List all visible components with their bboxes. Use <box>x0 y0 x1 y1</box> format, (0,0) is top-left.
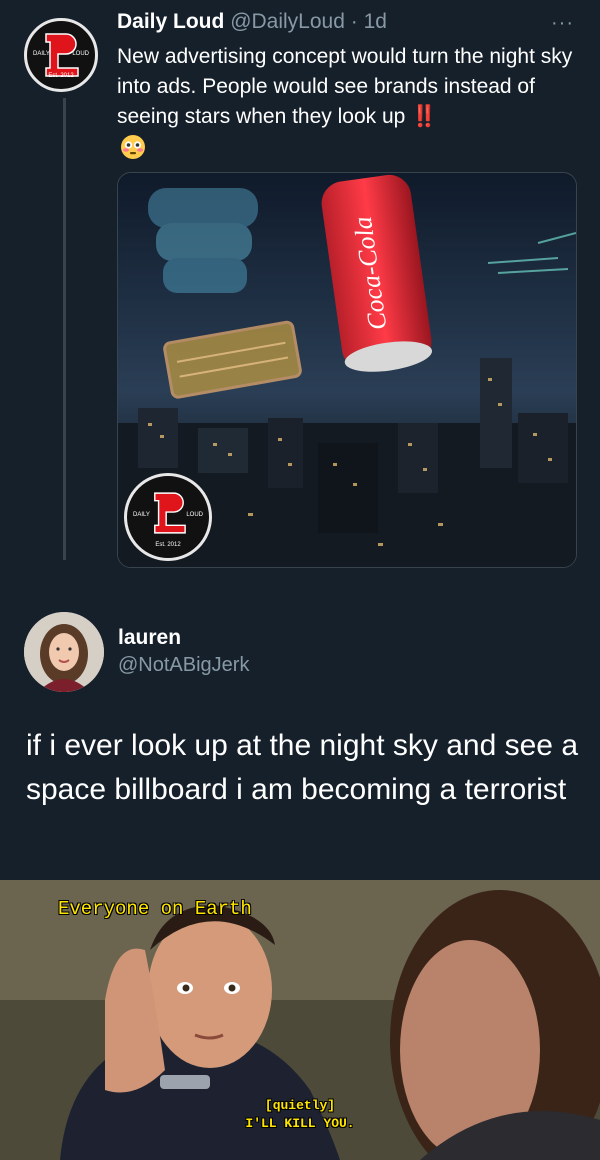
daily-loud-avatar[interactable]: DAILY LOUD Est. 2012 <box>24 18 98 92</box>
logo-loud-text: LOUD <box>72 51 89 57</box>
thread-line <box>63 98 66 560</box>
author-name[interactable]: Daily Loud <box>117 10 224 33</box>
author-handle[interactable]: @DailyLoud <box>230 10 345 33</box>
media-logo-est: Est. 2012 <box>155 542 181 548</box>
dl-logo-icon <box>154 492 186 534</box>
flushed-face-emoji <box>121 135 145 159</box>
logo-est-text: Est. 2012 <box>48 73 74 79</box>
meme-subtitle-line1: [quietly] <box>264 1098 336 1113</box>
person-portrait-icon <box>24 612 104 692</box>
tweet-media-image[interactable]: Coca-Cola DAILY LOUD Est. 2012 <box>117 172 577 568</box>
reply-author-name[interactable]: lauren <box>118 626 181 650</box>
tweet-time[interactable]: · 1d <box>351 10 387 33</box>
meme-caption: Everyone on Earth <box>58 898 252 920</box>
meme-subtitle-line2: I'LL KILL YOU. <box>245 1116 355 1131</box>
tweet-thread: DAILY LOUD Est. 2012 Daily Loud @DailyLo… <box>0 0 600 880</box>
media-logo-daily: DAILY <box>133 512 150 518</box>
meme-image: Everyone on Earth [quietly] I'LL KILL YO… <box>0 880 600 1160</box>
reply-text: if i ever look up at the night sky and s… <box>26 729 578 806</box>
bottle-hologram <box>148 188 258 293</box>
tweet-body: New advertising concept would turn the n… <box>117 45 573 128</box>
tweet-text: New advertising concept would turn the n… <box>117 42 587 132</box>
media-dl-logo: DAILY LOUD Est. 2012 <box>124 473 212 561</box>
double-exclamation-emoji: ‼️ <box>411 105 438 128</box>
reply-author-handle[interactable]: @NotABigJerk <box>118 654 249 677</box>
lauren-avatar[interactable] <box>24 612 104 692</box>
logo-daily-text: DAILY <box>33 51 50 57</box>
more-options-icon[interactable]: ··· <box>551 12 574 35</box>
media-logo-loud: LOUD <box>186 512 203 518</box>
tweet-header: Daily Loud @DailyLoud · 1d <box>117 10 387 34</box>
